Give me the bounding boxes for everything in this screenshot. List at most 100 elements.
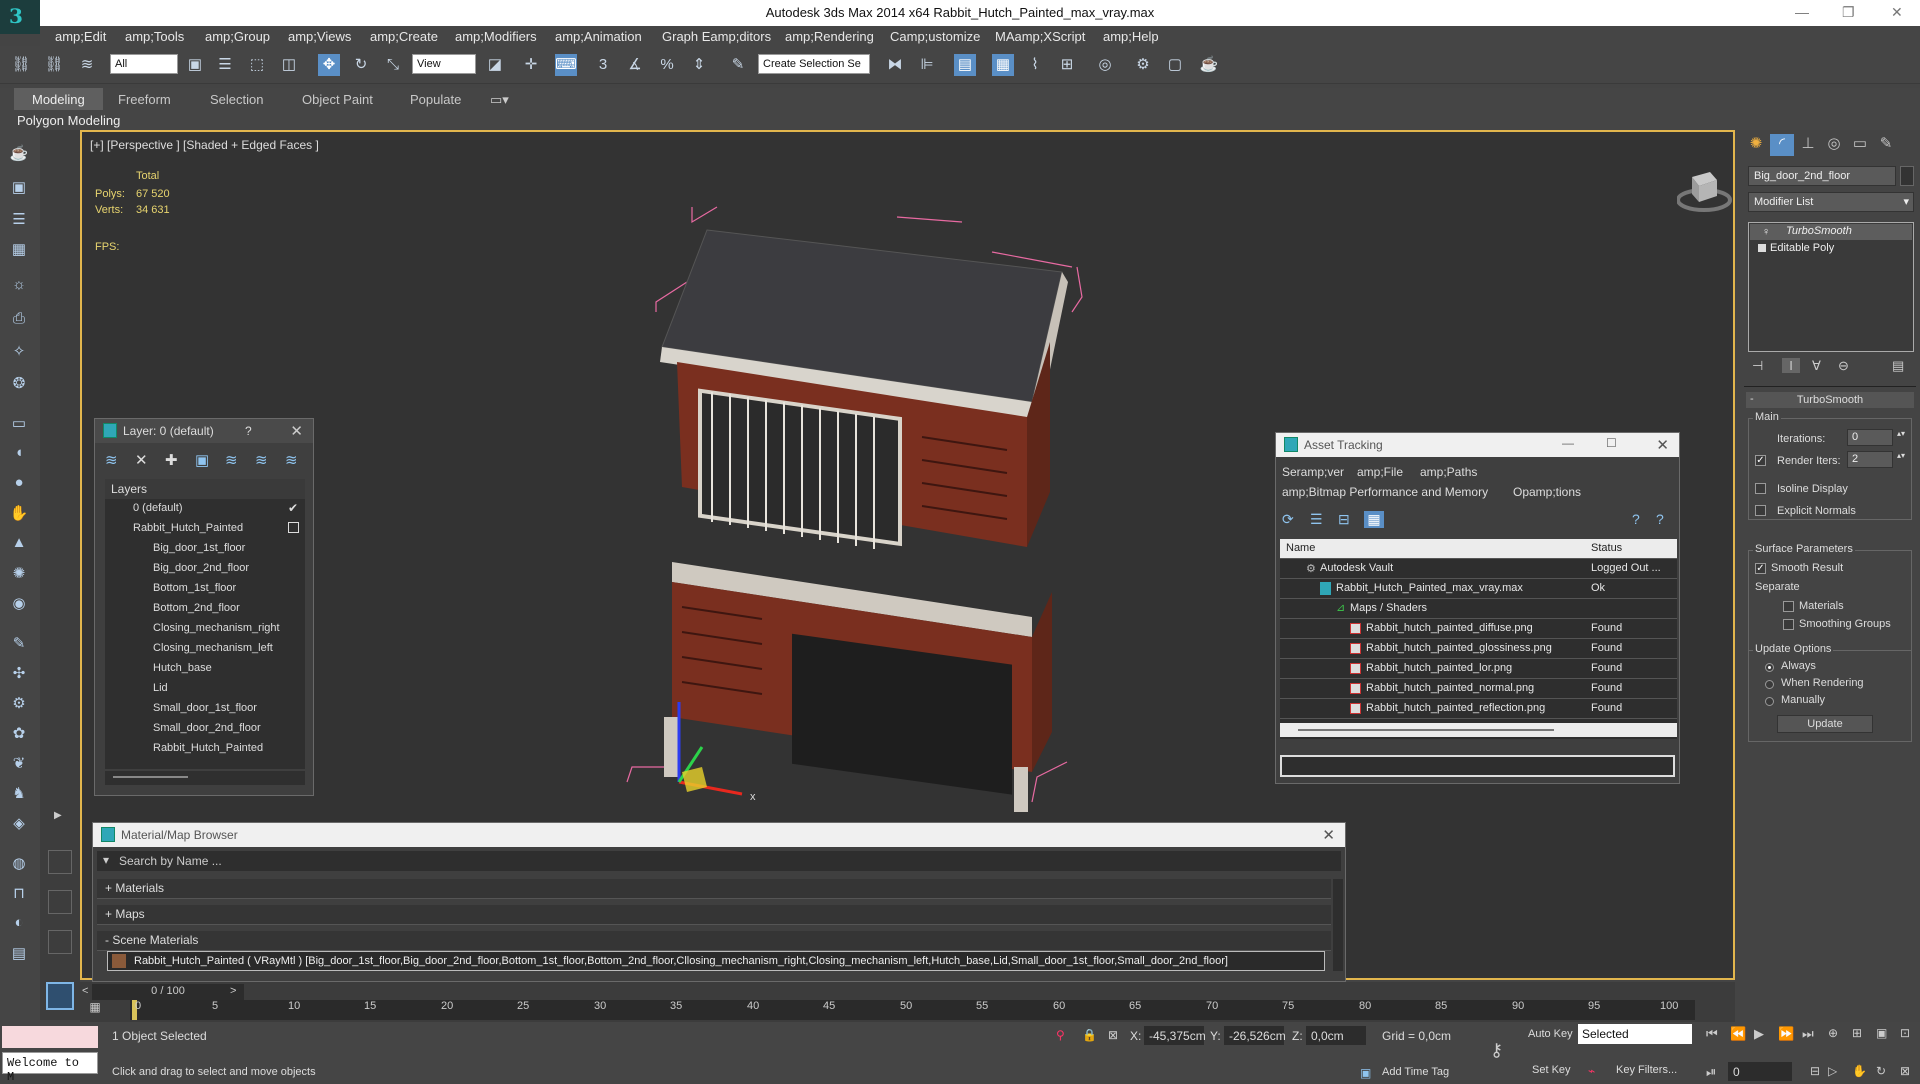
help-query-icon[interactable]: ? <box>1656 511 1664 527</box>
viewport-label[interactable]: [+] [Perspective ] [Shaded + Edged Faces… <box>90 138 319 152</box>
materials-checkbox[interactable] <box>1783 601 1794 612</box>
window-crossing-icon[interactable]: ◫ <box>278 54 300 76</box>
go-to-end-icon[interactable]: ⏭ <box>1802 1026 1814 1042</box>
tree-view-icon[interactable]: ⊟ <box>1338 511 1350 528</box>
cube-icon[interactable]: ◈ <box>8 814 30 836</box>
pan-icon[interactable]: ✋ <box>1852 1064 1867 1078</box>
spinner-snap-icon[interactable]: ⇕ <box>688 54 710 76</box>
layer-object-row[interactable]: Lid <box>113 679 275 699</box>
ref-coord-dropdown[interactable]: View <box>412 54 476 74</box>
modifier-list-dropdown[interactable]: Modifier List ▾ <box>1748 192 1914 212</box>
add-time-tag-button[interactable]: Add Time Tag <box>1382 1066 1449 1078</box>
percent-snap-icon[interactable]: % <box>656 54 678 76</box>
rabbit-hutch-model[interactable]: x <box>602 162 1222 812</box>
table-row[interactable]: ⊿ Maps / Shaders <box>1280 599 1677 619</box>
asset-path-field[interactable] <box>1280 755 1675 777</box>
table-view-icon[interactable]: ▦ <box>1364 511 1384 528</box>
menu-edit[interactable]: amp;Edit <box>55 29 106 44</box>
hide-all-icon[interactable]: ≋ <box>255 451 268 469</box>
hand-icon[interactable]: ✋ <box>8 504 30 526</box>
table-row[interactable]: ⚙ Autodesk Vault Logged Out ... <box>1280 559 1677 579</box>
layer-scrollbar[interactable] <box>105 771 305 785</box>
flower-icon[interactable]: ✿ <box>8 724 30 746</box>
link-icon[interactable]: ⛓ <box>10 54 32 76</box>
render-setup-icon[interactable]: ⚙ <box>1132 54 1154 76</box>
gear-icon[interactable]: ⚙ <box>8 694 30 716</box>
graphite-toolbar-icon[interactable]: ▦ <box>992 54 1014 76</box>
select-move-icon[interactable]: ✥ <box>318 54 340 76</box>
play-icon[interactable]: ▶ <box>1754 1026 1764 1042</box>
absolute-mode-icon[interactable]: ⊠ <box>1108 1028 1118 1042</box>
menu-graph-editors[interactable]: Graph Eamp;ditors <box>662 29 771 44</box>
list-icon[interactable]: ☰ <box>8 210 30 232</box>
highlight-layer-icon[interactable]: ≋ <box>225 451 238 469</box>
motion-tab-icon[interactable]: ◎ <box>1822 134 1846 156</box>
spinner-arrows-icon[interactable]: ▴▾ <box>1897 451 1905 460</box>
scene-materials-section[interactable]: - Scene Materials <box>97 931 1331 951</box>
set-key-icon[interactable]: ⌁ <box>1588 1064 1595 1078</box>
select-manipulate-icon[interactable]: ✛ <box>520 54 542 76</box>
material-browser-close-icon[interactable]: ✕ <box>1322 826 1335 844</box>
viewcube-icon[interactable] <box>1676 162 1732 217</box>
col-name-header[interactable]: Name <box>1286 542 1315 554</box>
layer-object-row[interactable]: Small_door_2nd_floor <box>113 719 275 739</box>
camera-icon[interactable]: ⎙ <box>8 310 30 332</box>
tab-selection[interactable]: Selection <box>210 92 263 107</box>
make-unique-icon[interactable]: ∀ <box>1812 358 1821 374</box>
material-scrollbar[interactable] <box>1333 879 1343 971</box>
brush-icon[interactable]: ✎ <box>8 634 30 656</box>
maximize-icon[interactable]: ☐ <box>1606 436 1617 450</box>
snap-3d-icon[interactable]: 3 <box>592 54 614 76</box>
stack-item-turbosmooth[interactable]: ♀ TurboSmooth <box>1750 224 1912 240</box>
asset-h-scrollbar[interactable] <box>1280 723 1677 737</box>
layer-object-row[interactable]: Closing_mechanism_right <box>113 619 280 639</box>
maxscript-listener[interactable] <box>2 1026 98 1048</box>
cylinder-icon[interactable]: ◖ <box>8 444 30 466</box>
update-button[interactable]: Update <box>1777 715 1873 733</box>
manually-radio[interactable] <box>1765 697 1774 706</box>
previous-frame-icon[interactable]: ⏪ <box>1730 1026 1746 1042</box>
next-frame-icon[interactable]: ⏩ <box>1778 1026 1794 1042</box>
layer-object-row[interactable]: Rabbit_Hutch_Painted <box>113 739 275 759</box>
isoline-display-checkbox[interactable] <box>1755 483 1766 494</box>
hierarchy-tab-icon[interactable]: ⊥ <box>1796 134 1820 156</box>
active-layer-check-icon[interactable]: ✔ <box>288 501 298 515</box>
menu-paths[interactable]: amp;Paths <box>1420 465 1477 479</box>
pivot-center-icon[interactable]: ◪ <box>484 54 506 76</box>
time-tag-icon[interactable]: ▣ <box>1360 1066 1371 1080</box>
table-row[interactable]: Rabbit_hutch_painted_normal.png Found <box>1280 679 1677 699</box>
sun-icon[interactable]: ✺ <box>8 564 30 586</box>
edit-named-selection-icon[interactable]: ✎ <box>727 54 749 76</box>
list-view-icon[interactable]: ☰ <box>1310 511 1323 528</box>
layer-object-row[interactable]: Closing_mechanism_left <box>113 639 275 659</box>
zoom-extents-all-icon[interactable]: ⊡ <box>1900 1026 1910 1040</box>
smoothing-groups-checkbox[interactable] <box>1783 619 1794 630</box>
render-icon[interactable]: ◐ <box>8 914 30 936</box>
layer-object-row[interactable]: Small_door_1st_floor <box>113 699 275 719</box>
render-production-icon[interactable]: ☕ <box>1198 54 1220 76</box>
help-icon[interactable]: ? <box>245 424 252 438</box>
stack-item-editable-poly[interactable]: Editable Poly <box>1750 241 1912 257</box>
minimize-icon[interactable]: — <box>1562 436 1574 450</box>
key-mode-icon[interactable]: ⚷ <box>1490 1040 1503 1061</box>
menu-rendering[interactable]: amp;Rendering <box>785 29 874 44</box>
explicit-normals-checkbox[interactable] <box>1755 505 1766 516</box>
menu-file[interactable]: amp;File <box>1357 465 1403 479</box>
horse-icon[interactable]: ♞ <box>8 784 30 806</box>
ribbon-options-icon[interactable]: ▭▾ <box>490 92 509 108</box>
light-bulb-icon[interactable]: ♀ <box>1762 226 1770 238</box>
display-tab-icon[interactable]: ▭ <box>1848 134 1872 156</box>
lock-selection-icon[interactable]: 🔒 <box>1082 1028 1097 1042</box>
slider-left-arrow-icon[interactable]: < <box>82 985 88 997</box>
material-editor-icon[interactable]: ◎ <box>1094 54 1116 76</box>
table-row[interactable]: Rabbit_Hutch_Painted_max_vray.max Ok <box>1280 579 1677 599</box>
always-radio[interactable] <box>1765 663 1774 672</box>
help-icon[interactable]: ? <box>1632 511 1640 527</box>
rendered-frame-icon[interactable]: ▢ <box>1164 54 1186 76</box>
schematic-view-icon[interactable]: ⊞ <box>1056 54 1078 76</box>
track-bar-icon[interactable]: ▦ <box>80 1000 110 1020</box>
smooth-result-checkbox[interactable]: ✓ <box>1755 563 1766 574</box>
light-icon[interactable]: ☼ <box>8 276 30 298</box>
plane-icon[interactable]: ▭ <box>8 414 30 436</box>
spinner-arrows-icon[interactable]: ▴▾ <box>1897 429 1905 438</box>
